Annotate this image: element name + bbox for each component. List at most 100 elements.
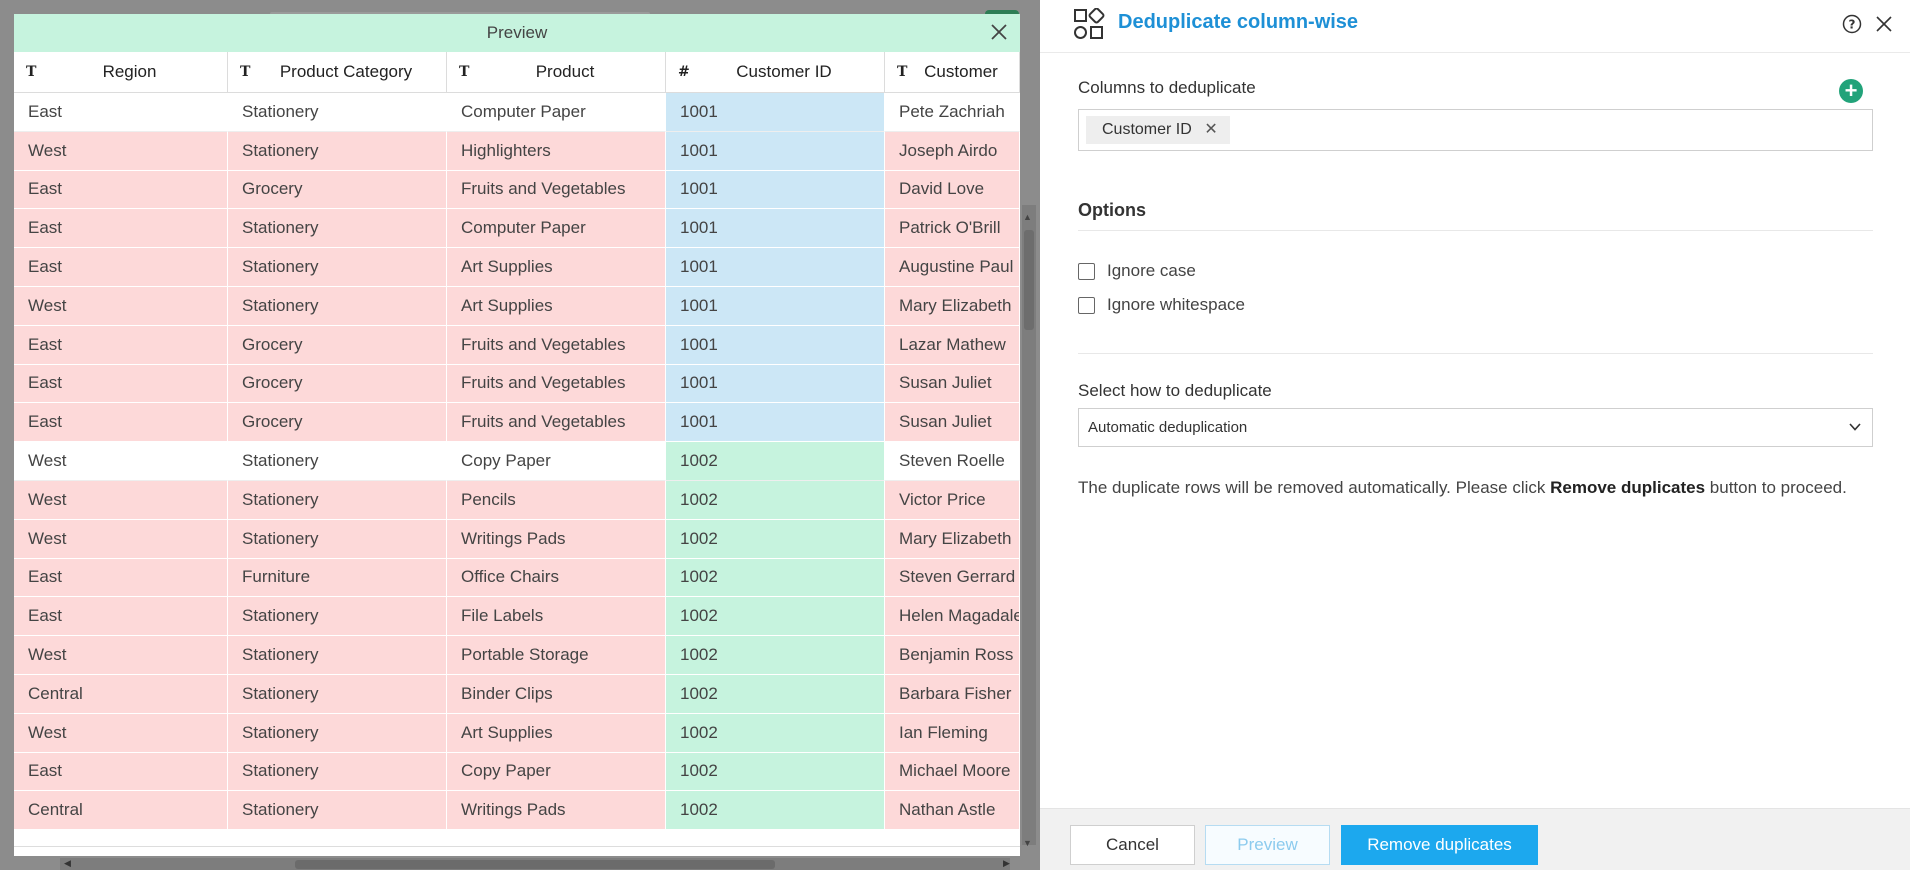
preview-modal: Preview T Region T Product Category T Product… [14,14,1020,856]
deduplicate-method-select[interactable]: Automatic deduplication [1078,408,1873,447]
table-cell: Ian Fleming [885,713,1020,753]
ignore-case-label: Ignore case [1107,261,1196,280]
table-cell: Writings Pads [447,519,666,559]
table-cell: West [14,480,228,520]
table-cell: Stationery [228,713,447,753]
table-cell: Grocery [228,403,447,443]
table-cell: Fruits and Vegetables [447,170,666,210]
scroll-right-arrow-icon[interactable]: ▶ [1003,858,1010,869]
scroll-up-arrow-icon[interactable]: ▲ [1023,212,1032,222]
table-cell: Patrick O'Brill [885,209,1020,249]
table-cell: West [14,636,228,675]
column-header[interactable]: # Customer ID [666,52,885,93]
table-cell: Stationery [228,286,447,326]
table-cell: Computer Paper [447,209,666,249]
scroll-down-arrow-icon[interactable]: ▼ [1023,838,1032,848]
svg-text:?: ? [1849,18,1856,32]
close-icon[interactable] [1874,14,1894,34]
table-cell: East [14,248,228,287]
table-cell: Fruits and Vegetables [447,364,666,404]
preview-header: Preview [14,14,1020,52]
section-divider [1078,353,1873,354]
table-cell: East [14,170,228,210]
preview-title: Preview [486,23,548,42]
columns-select-input[interactable]: Customer ID ✕ [1078,109,1873,151]
column-header-label: Customer [924,62,998,81]
column-header[interactable]: T Product [447,52,666,93]
table-cell: Steven Roelle [885,442,1020,481]
table-cell: Copy Paper [447,752,666,792]
table-cell: Stationery [228,597,447,637]
preview-grid: T Region T Product Category T Product # Custome… [14,52,1020,831]
table-cell: Fruits and Vegetables [447,403,666,443]
table-cell: Grocery [228,364,447,404]
preview-button[interactable]: Preview [1205,825,1330,865]
table-cell: Augustine Paul [885,248,1020,287]
plus-circle-icon[interactable]: + [1839,79,1863,103]
table-cell: Stationery [228,209,447,249]
vertical-scrollbar-thumb[interactable] [1024,230,1034,330]
info-suffix: button to proceed. [1705,478,1847,497]
table-cell: Pencils [447,480,666,520]
table-cell: 1002 [666,558,885,598]
table-cell: Fruits and Vegetables [447,325,666,365]
help-circle-icon[interactable]: ? [1842,14,1862,34]
column-header[interactable]: T Customer [885,52,1020,93]
table-cell: 1002 [666,713,885,753]
ignore-whitespace-option[interactable]: Ignore whitespace [1078,295,1245,315]
table-cell: Art Supplies [447,286,666,326]
close-icon[interactable] [988,21,1010,43]
table-cell: East [14,209,228,249]
cancel-button[interactable]: Cancel [1070,825,1195,865]
table-cell: Grocery [228,325,447,365]
table-cell: Office Chairs [447,558,666,598]
table-cell: Stationery [228,442,447,481]
columns-to-deduplicate-label: Columns to deduplicate [1078,78,1256,97]
table-cell: West [14,286,228,326]
table-cell: Michael Moore [885,752,1020,792]
table-cell: East [14,364,228,404]
table-cell: Steven Gerrard [885,558,1020,598]
column-header[interactable]: T Product Category [228,52,447,93]
table-cell: Susan Juliet [885,364,1020,404]
table-cell: Pete Zachriah [885,93,1020,132]
panel-header: Deduplicate column-wise ? [1040,0,1910,53]
table-cell: 1002 [666,442,885,481]
deduplicate-shapes-icon [1074,8,1105,39]
table-cell: Furniture [228,558,447,598]
column-header[interactable]: T Region [14,52,228,93]
remove-duplicates-button[interactable]: Remove duplicates [1341,825,1538,865]
scroll-left-arrow-icon[interactable]: ◀ [64,858,71,869]
options-divider [1078,230,1873,231]
table-cell: Stationery [228,248,447,287]
table-cell: 1001 [666,131,885,171]
table-cell: Portable Storage [447,636,666,675]
table-cell: 1002 [666,519,885,559]
column-header-label: Product Category [279,62,413,81]
horizontal-scrollbar-thumb[interactable] [295,860,775,869]
table-cell: Stationery [228,519,447,559]
table-cell: Central [14,791,228,831]
table-cell: Joseph Airdo [885,131,1020,171]
table-cell: 1002 [666,752,885,792]
preview-footer [14,846,1020,856]
info-prefix: The duplicate rows will be removed autom… [1078,478,1551,497]
close-icon[interactable]: ✕ [1204,116,1217,144]
table-cell: Stationery [228,636,447,675]
column-header-label: Customer ID [736,62,832,81]
column-header-label: Product [535,62,595,81]
ignore-case-option[interactable]: Ignore case [1078,261,1196,281]
table-cell: East [14,558,228,598]
table-cell: 1001 [666,248,885,287]
table-cell: 1002 [666,674,885,714]
panel-footer: Cancel Preview Remove duplicates [1040,808,1910,870]
panel-title: Deduplicate column-wise [1118,11,1359,33]
column-header-label: Region [102,62,157,81]
table-cell: Binder Clips [447,674,666,714]
table-cell: 1001 [666,325,885,365]
ignore-case-checkbox[interactable] [1078,262,1095,280]
ignore-whitespace-checkbox[interactable] [1078,296,1095,314]
table-cell: Central [14,674,228,714]
table-cell: File Labels [447,597,666,637]
table-cell: David Love [885,170,1020,210]
